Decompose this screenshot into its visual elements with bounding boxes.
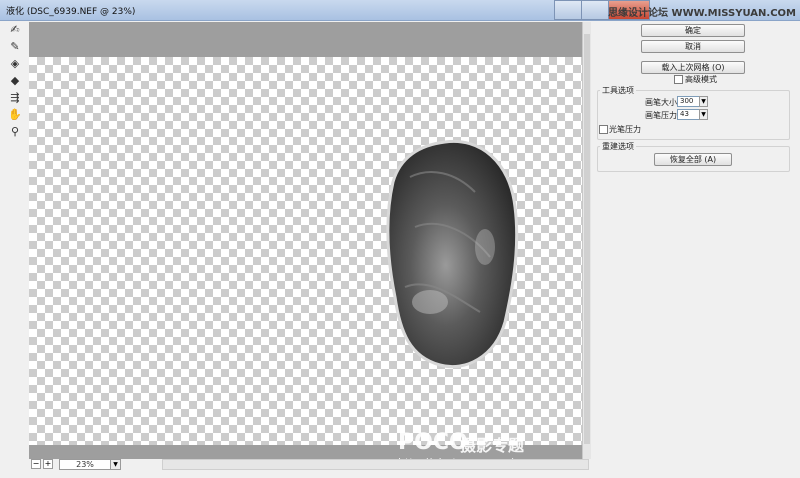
title-bar: 液化 (DSC_6939.NEF @ 23%) 思缘设计论坛 WWW.MISSY… bbox=[0, 0, 800, 21]
stylus-pressure-label: 光笔压力 bbox=[609, 125, 641, 134]
scrollbar-thumb[interactable] bbox=[584, 34, 590, 444]
brush-size-label: 画笔大小: bbox=[645, 98, 680, 107]
hand-icon[interactable]: ✋ bbox=[8, 108, 22, 122]
advanced-mode-checkbox[interactable] bbox=[674, 75, 683, 84]
watermark-text: 摄影专题 bbox=[460, 436, 525, 455]
stone-image bbox=[386, 139, 519, 369]
zoom-out-button[interactable]: − bbox=[31, 459, 41, 469]
tool-options-legend: 工具选项 bbox=[600, 85, 636, 96]
brush-pressure-input[interactable]: 43 bbox=[677, 109, 700, 120]
reconstruct-icon[interactable]: ✎ bbox=[8, 40, 22, 54]
advanced-mode-label: 高级模式 bbox=[685, 75, 717, 84]
ok-button[interactable]: 确定 bbox=[641, 24, 745, 37]
bloat-icon[interactable]: ◆ bbox=[8, 74, 22, 88]
stylus-pressure-checkbox[interactable] bbox=[599, 125, 608, 134]
maximize-button[interactable] bbox=[581, 0, 609, 20]
chevron-down-icon[interactable]: ▼ bbox=[699, 109, 708, 120]
vertical-scrollbar[interactable] bbox=[582, 22, 591, 459]
window-title: 液化 (DSC_6939.NEF @ 23%) bbox=[6, 7, 136, 17]
preview-canvas[interactable] bbox=[29, 22, 582, 459]
minimize-button[interactable] bbox=[554, 0, 582, 20]
liquify-toolbar: ✍ ✎ ◈ ◆ ⇶ ✋ ⚲ bbox=[6, 22, 24, 462]
forward-warp-icon[interactable]: ✍ bbox=[8, 23, 22, 37]
horizontal-scrollbar[interactable] bbox=[162, 459, 589, 470]
watermark-logo: POCO bbox=[398, 430, 468, 455]
restore-all-button[interactable]: 恢复全部 (A) bbox=[654, 153, 732, 166]
zoom-level-field[interactable]: 23% bbox=[59, 459, 111, 470]
load-last-mesh-button[interactable]: 载入上次网格 (O) bbox=[641, 61, 745, 74]
site-watermark: 思缘设计论坛 WWW.MISSYUAN.COM bbox=[608, 8, 796, 19]
brush-size-input[interactable]: 300 bbox=[677, 96, 700, 107]
brush-pressure-label: 画笔压力: bbox=[645, 111, 680, 120]
reconstruct-options-legend: 重建选项 bbox=[600, 141, 636, 152]
zoom-in-button[interactable]: + bbox=[43, 459, 53, 469]
status-bar: − + 23% ▼ bbox=[29, 459, 590, 471]
push-left-icon[interactable]: ⇶ bbox=[8, 91, 22, 105]
cancel-button[interactable]: 取消 bbox=[641, 40, 745, 53]
options-panel: 确定 取消 载入上次网格 (O) 高级模式 工具选项 画笔大小: 300 ▼ 画… bbox=[593, 22, 793, 462]
zoom-icon[interactable]: ⚲ bbox=[8, 125, 22, 139]
poco-watermark: POCO 摄影专题 http://photo.poco.cn/ bbox=[398, 430, 524, 469]
chevron-down-icon[interactable]: ▼ bbox=[699, 96, 708, 107]
pucker-icon[interactable]: ◈ bbox=[8, 57, 22, 71]
chevron-down-icon[interactable]: ▼ bbox=[110, 459, 121, 470]
